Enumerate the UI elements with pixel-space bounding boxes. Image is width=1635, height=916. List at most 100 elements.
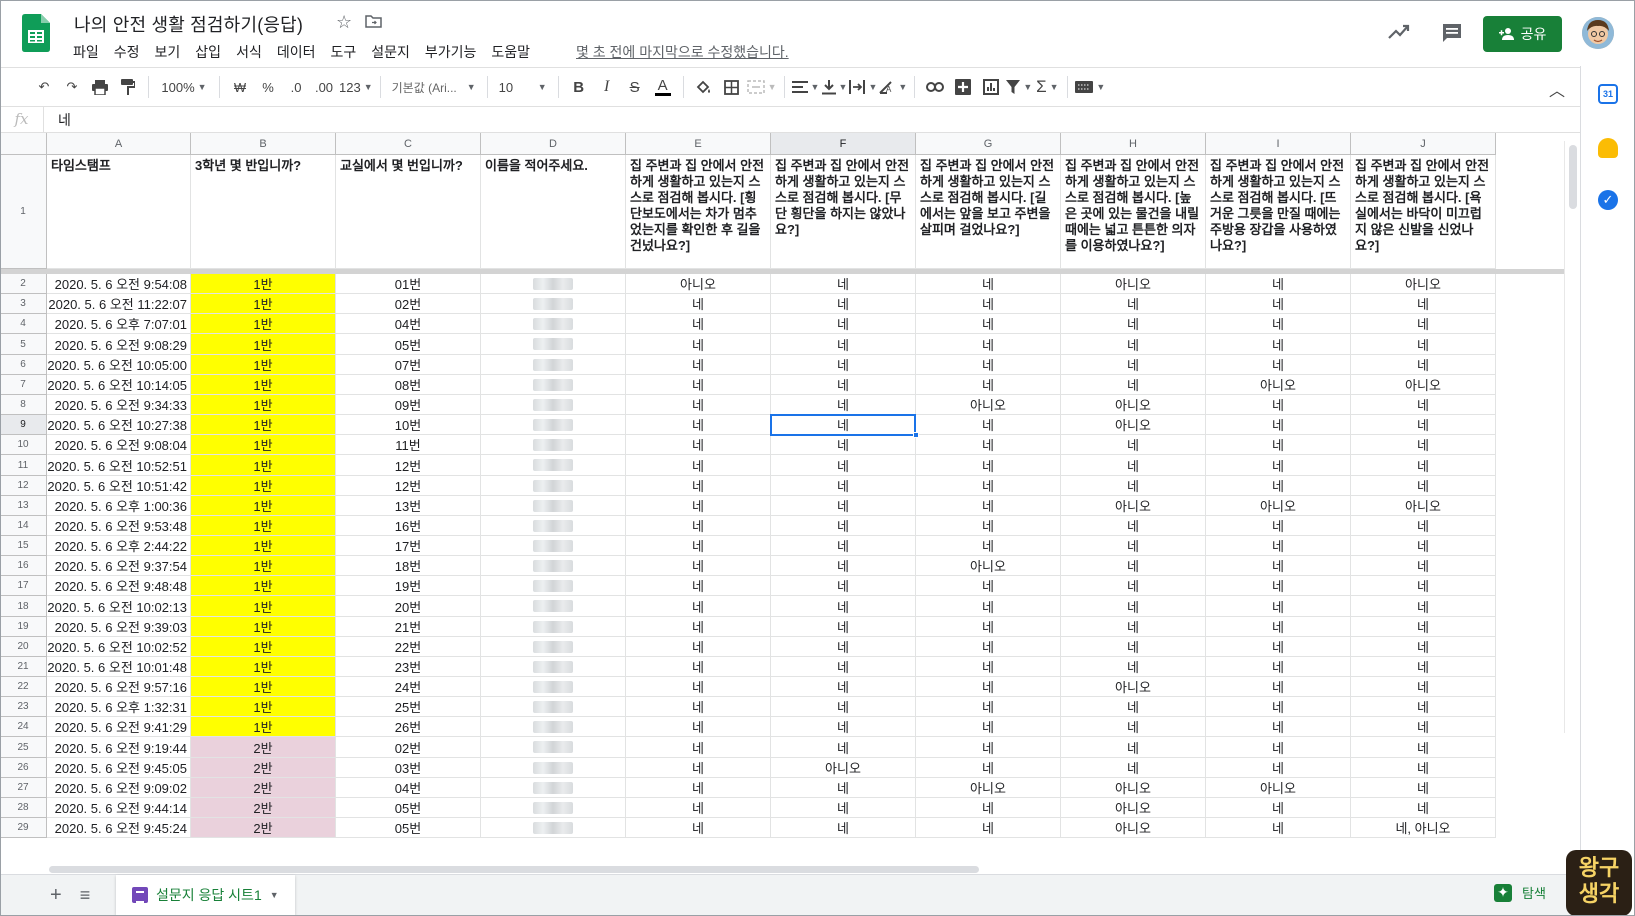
menu-tools[interactable]: 도구 (330, 42, 364, 62)
class-cell[interactable]: 1반 (191, 334, 336, 355)
header-cell[interactable]: 집 주변과 집 안에서 안전하게 생활하고 있는지 스스로 점검해 봅시다. [… (1206, 155, 1351, 269)
timestamp-cell[interactable]: 2020. 5. 6 오전 9:57:16 (47, 677, 191, 697)
class-cell[interactable]: 1반 (191, 294, 336, 314)
class-cell[interactable]: 1반 (191, 476, 336, 496)
answer-cell[interactable]: 네 (1206, 637, 1351, 657)
answer-cell[interactable]: 네 (626, 657, 771, 677)
sheets-logo-icon[interactable] (22, 14, 50, 52)
row-header[interactable]: 17 (0, 576, 47, 596)
answer-cell[interactable]: 아니오 (1206, 778, 1351, 798)
row-header[interactable]: 24 (0, 717, 47, 737)
name-cell-redacted[interactable] (481, 314, 626, 334)
class-cell[interactable]: 1반 (191, 355, 336, 375)
class-cell[interactable]: 1반 (191, 617, 336, 637)
percent-format-button[interactable]: % (255, 73, 281, 101)
currency-format-button[interactable]: ₩ (227, 73, 253, 101)
column-header-a[interactable]: A (47, 133, 191, 155)
answer-cell[interactable]: 네 (626, 375, 771, 395)
answer-cell[interactable]: 네 (1351, 677, 1496, 697)
row-header[interactable]: 19 (0, 617, 47, 637)
answer-cell[interactable]: 네 (1206, 576, 1351, 596)
row-header[interactable]: 11 (0, 455, 47, 476)
answer-cell[interactable]: 네 (626, 697, 771, 717)
student-number-cell[interactable]: 11번 (336, 435, 481, 455)
class-cell[interactable]: 1반 (191, 697, 336, 717)
name-cell-redacted[interactable] (481, 294, 626, 314)
answer-cell[interactable]: 네 (626, 818, 771, 838)
answer-cell[interactable]: 네 (1351, 294, 1496, 314)
student-number-cell[interactable]: 17번 (336, 536, 481, 556)
answer-cell[interactable]: 네 (1206, 274, 1351, 294)
menu-file[interactable]: 파일 (73, 42, 107, 62)
answer-cell[interactable]: 네 (1061, 596, 1206, 617)
column-header-g[interactable]: G (916, 133, 1061, 155)
menu-form[interactable]: 설문지 (371, 42, 418, 62)
student-number-cell[interactable]: 18번 (336, 556, 481, 576)
answer-cell[interactable]: 네 (916, 798, 1061, 818)
answer-cell[interactable]: 네 (626, 778, 771, 798)
student-number-cell[interactable]: 12번 (336, 455, 481, 476)
chevron-down-icon[interactable]: ▼ (270, 890, 279, 900)
answer-cell[interactable]: 네 (916, 334, 1061, 355)
student-number-cell[interactable]: 20번 (336, 596, 481, 617)
class-cell[interactable]: 1반 (191, 496, 336, 516)
answer-cell[interactable]: 네 (626, 637, 771, 657)
name-cell-redacted[interactable] (481, 476, 626, 496)
answer-cell[interactable]: 네 (916, 717, 1061, 737)
answer-cell[interactable]: 아니오 (771, 758, 916, 778)
fill-handle[interactable] (913, 432, 919, 438)
header-cell[interactable]: 타임스탬프 (47, 155, 191, 269)
answer-cell[interactable]: 네 (626, 294, 771, 314)
answer-cell[interactable]: 네 (1351, 334, 1496, 355)
menu-data[interactable]: 데이터 (277, 42, 324, 62)
row-header[interactable]: 12 (0, 476, 47, 496)
menu-addons[interactable]: 부가기능 (425, 42, 485, 62)
sheet-tab[interactable]: 설문지 응답 시트1 ▼ (116, 875, 295, 915)
collapse-menus-icon[interactable]: ︿ (1549, 77, 1565, 101)
answer-cell[interactable]: 네 (1351, 476, 1496, 496)
answer-cell[interactable]: 네 (771, 314, 916, 334)
answer-cell[interactable]: 아니오 (1061, 415, 1206, 435)
row-header[interactable]: 14 (0, 516, 47, 536)
answer-cell[interactable]: 아니오 (1061, 496, 1206, 516)
name-cell-redacted[interactable] (481, 737, 626, 758)
answer-cell[interactable]: 네 (626, 677, 771, 697)
fill-color-icon[interactable] (691, 73, 717, 101)
scrollbar-thumb[interactable] (49, 866, 979, 873)
strikethrough-icon[interactable]: S (622, 73, 648, 101)
print-icon[interactable] (87, 73, 113, 101)
vertical-scrollbar[interactable] (1564, 141, 1580, 733)
student-number-cell[interactable]: 21번 (336, 617, 481, 637)
answer-cell[interactable]: 네 (1061, 435, 1206, 455)
answer-cell[interactable]: 네 (1206, 798, 1351, 818)
answer-cell[interactable]: 네 (771, 717, 916, 737)
name-cell-redacted[interactable] (481, 637, 626, 657)
answer-cell[interactable]: 네 (1206, 334, 1351, 355)
answer-cell[interactable]: 네 (1351, 697, 1496, 717)
answer-cell[interactable]: 네 (1206, 818, 1351, 838)
answer-cell[interactable]: 네 (916, 455, 1061, 476)
answer-cell[interactable]: 네 (916, 617, 1061, 637)
timestamp-cell[interactable]: 2020. 5. 6 오전 9:54:08 (47, 274, 191, 294)
answer-cell[interactable]: 네 (916, 697, 1061, 717)
answer-cell[interactable]: 네 (1206, 657, 1351, 677)
row-header[interactable]: 6 (0, 355, 47, 375)
answer-cell[interactable]: 네 (1206, 677, 1351, 697)
document-title[interactable]: 나의 안전 생활 점검하기(응답) (74, 11, 303, 37)
answer-cell[interactable]: 네 (916, 596, 1061, 617)
name-cell-redacted[interactable] (481, 596, 626, 617)
answer-cell[interactable]: 네 (916, 576, 1061, 596)
student-number-cell[interactable]: 23번 (336, 657, 481, 677)
answer-cell[interactable]: 네 (626, 556, 771, 576)
answer-cell[interactable]: 네 (1206, 455, 1351, 476)
student-number-cell[interactable]: 24번 (336, 677, 481, 697)
name-cell-redacted[interactable] (481, 677, 626, 697)
move-to-folder-icon[interactable] (365, 14, 382, 28)
answer-cell[interactable]: 네 (626, 334, 771, 355)
answer-cell[interactable]: 네 (916, 476, 1061, 496)
name-cell-redacted[interactable] (481, 697, 626, 717)
answer-cell[interactable]: 아니오 (1351, 496, 1496, 516)
answer-cell[interactable]: 네 (1351, 637, 1496, 657)
header-cell[interactable]: 집 주변과 집 안에서 안전하게 생활하고 있는지 스스로 점검해 봅시다. [… (626, 155, 771, 269)
row-header[interactable]: 7 (0, 375, 47, 395)
